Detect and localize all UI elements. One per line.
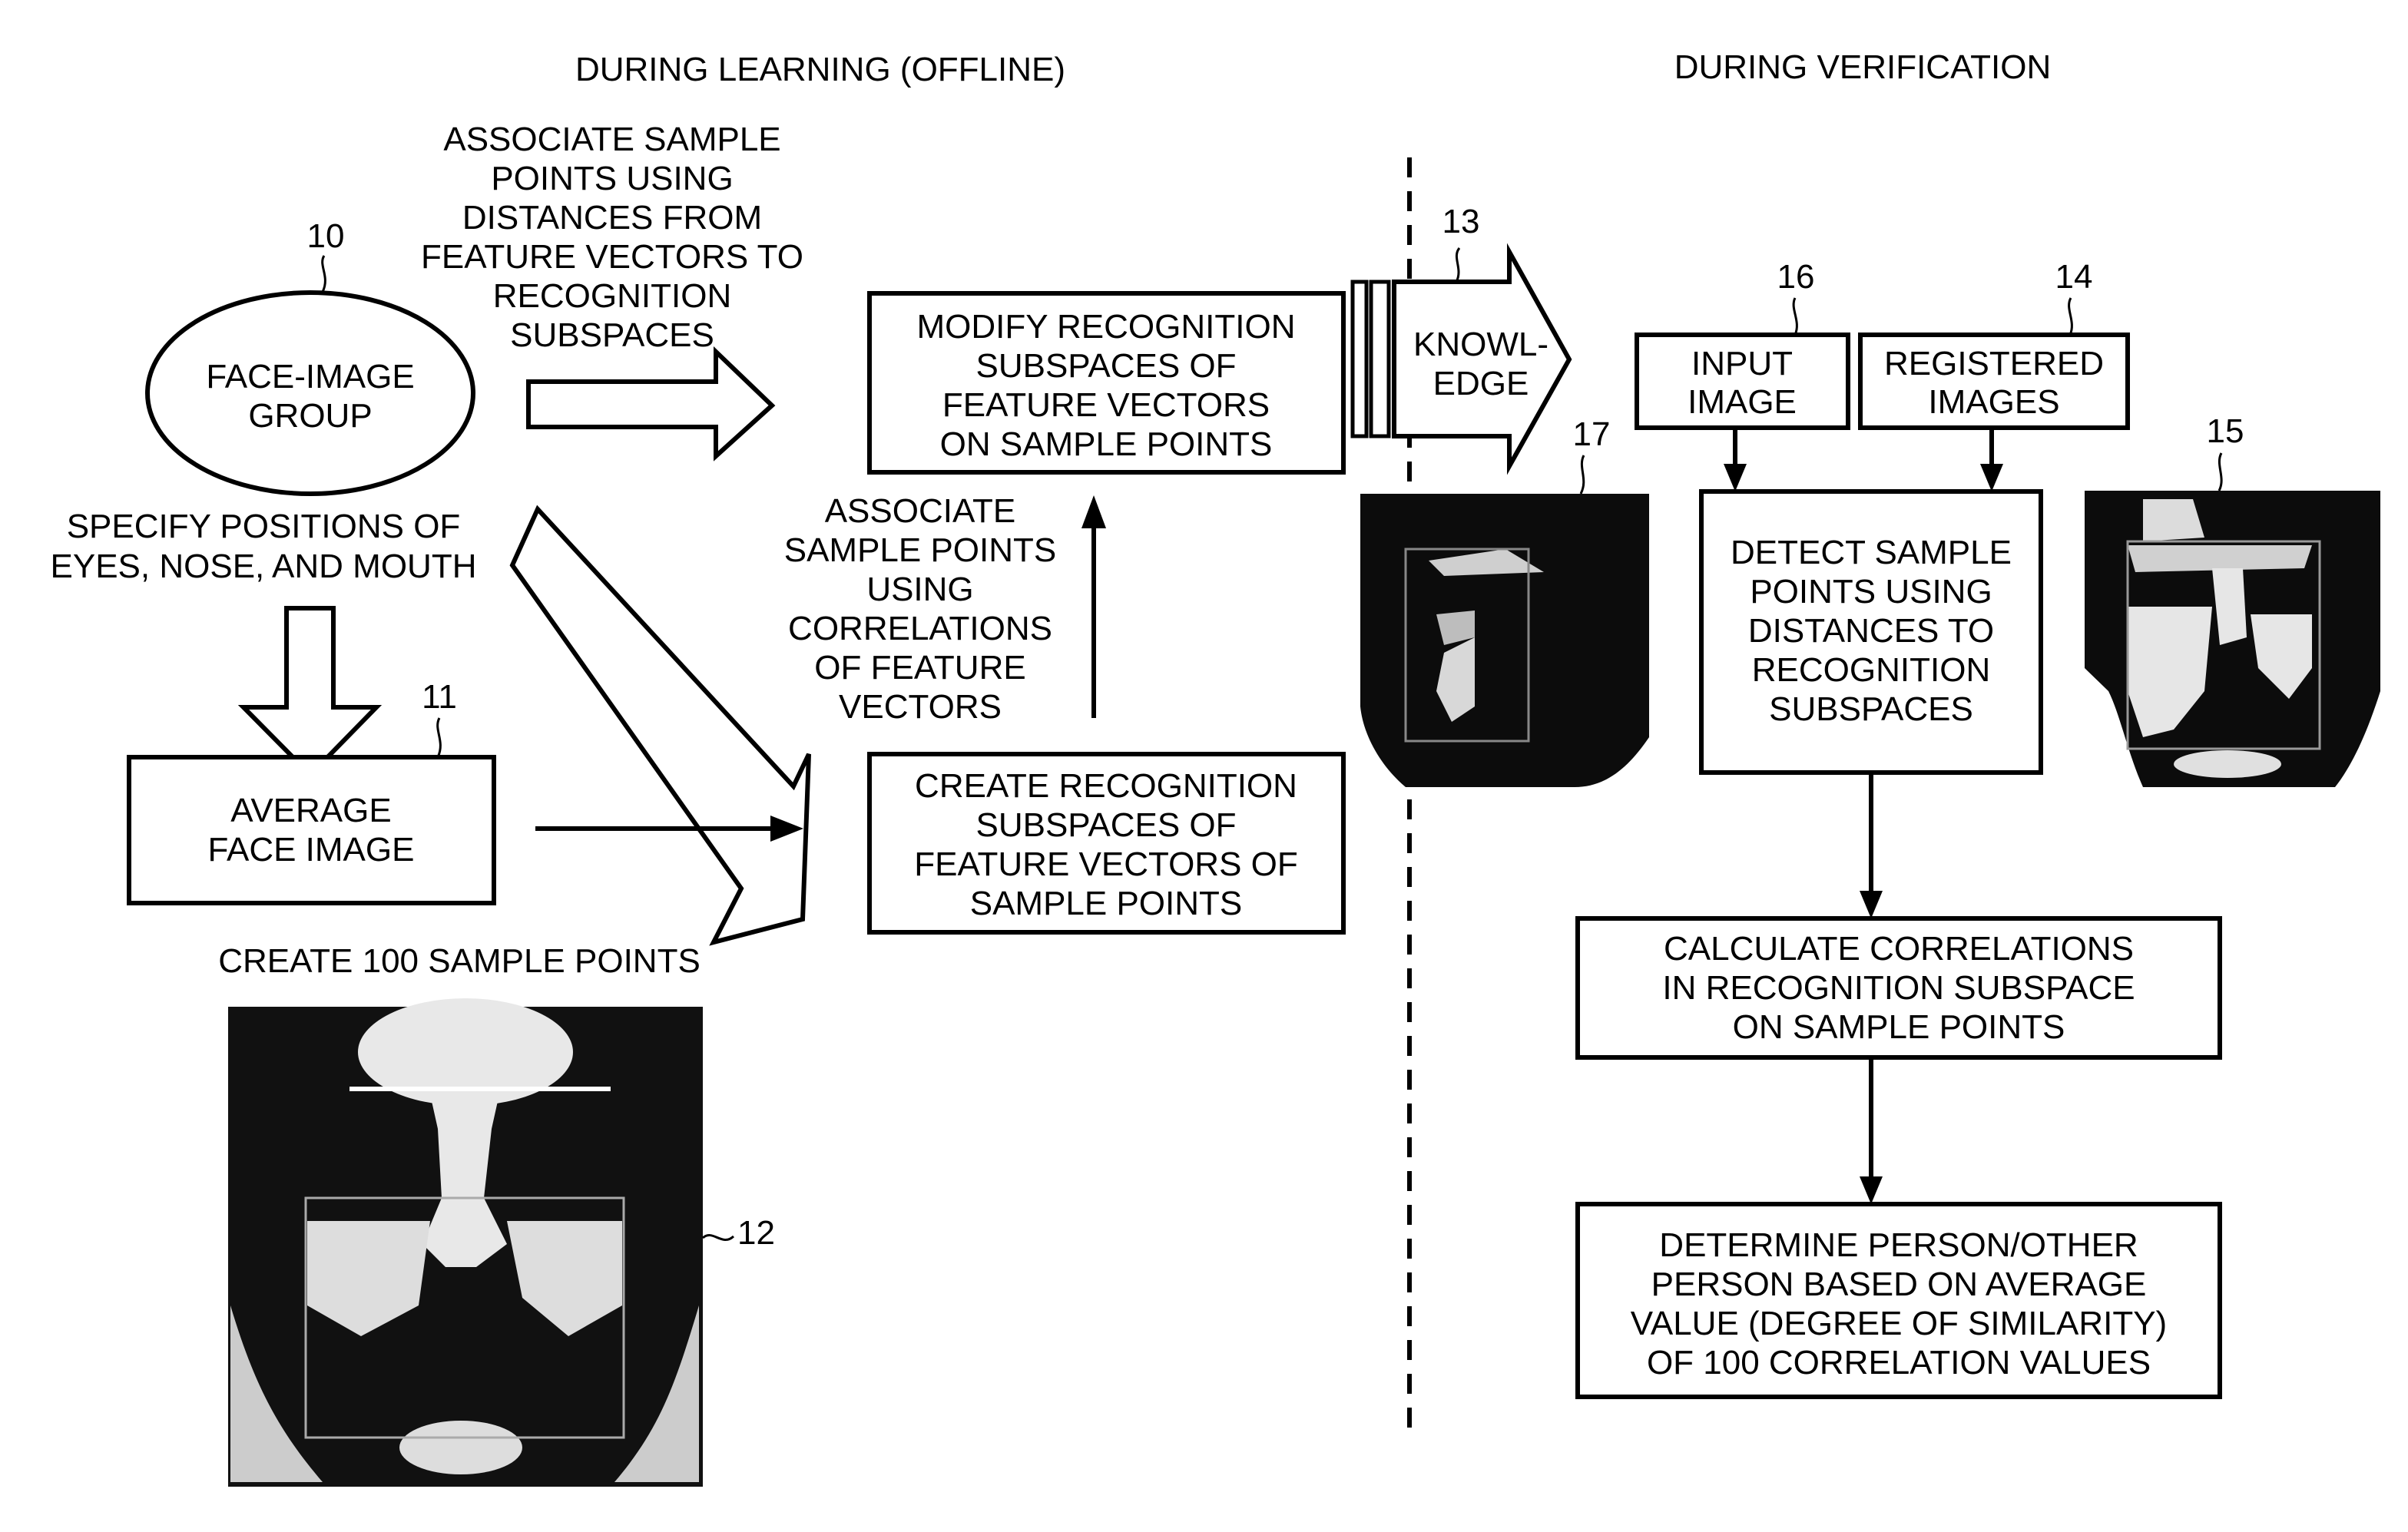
registered-images-line-2: IMAGES bbox=[1928, 383, 2059, 421]
face-image-group-line-1: FACE-IMAGE bbox=[206, 358, 414, 395]
modify-line-1: MODIFY RECOGNITION bbox=[917, 308, 1296, 346]
ref-leader-17 bbox=[1579, 455, 1585, 495]
hollow-arrow-to-modify bbox=[526, 346, 776, 462]
header-verification: DURING VERIFICATION bbox=[1674, 48, 2052, 86]
calculate-line-2: IN RECOGNITION SUBSPACE bbox=[1662, 969, 2135, 1007]
ref-label-17: 17 bbox=[1573, 415, 1611, 453]
ref-label-14: 14 bbox=[2055, 258, 2093, 296]
associate-distances-line-3: DISTANCES FROM bbox=[462, 199, 762, 237]
create-line-2: SUBSPACES OF bbox=[975, 806, 1236, 844]
ref-leader-15 bbox=[2218, 452, 2223, 491]
associate-correlations-line-5: OF FEATURE bbox=[814, 649, 1025, 687]
registered-images-box: REGISTERED IMAGES 14 bbox=[1858, 258, 2130, 430]
registered-face-chin bbox=[2174, 750, 2281, 778]
associate-distances-line-2: POINTS USING bbox=[491, 160, 733, 197]
associate-distances-line-1: ASSOCIATE SAMPLE bbox=[443, 121, 780, 158]
associate-distances-line-6: SUBSPACES bbox=[510, 316, 714, 354]
modify-line-4: ON SAMPLE POINTS bbox=[940, 425, 1273, 463]
face-image-group-line-2: GROUP bbox=[248, 397, 372, 435]
input-image-line-2: IMAGE bbox=[1688, 383, 1797, 421]
arrow-create-to-modify-head bbox=[1081, 495, 1106, 528]
ref-leader-12 bbox=[701, 1234, 735, 1242]
hollow-arrow-diagonal-to-create bbox=[509, 505, 811, 946]
determine-line-4: OF 100 CORRELATION VALUES bbox=[1647, 1344, 2151, 1381]
flow-diagram: DURING LEARNING (OFFLINE) DURING VERIFIC… bbox=[51, 48, 2380, 1487]
associate-distances-line-5: RECOGNITION bbox=[493, 277, 731, 315]
knowledge-transfer: KNOWL- EDGE 13 bbox=[1350, 203, 1572, 475]
registered-face-brow-highlight bbox=[2128, 545, 2312, 572]
ref-label-12: 12 bbox=[737, 1214, 775, 1252]
ref-label-11: 11 bbox=[422, 678, 457, 716]
create-line-3: FEATURE VECTORS OF bbox=[914, 845, 1298, 883]
ref-leader-16 bbox=[1792, 297, 1798, 336]
arrow-input-to-detect-head bbox=[1724, 464, 1747, 491]
detect-line-5: SUBSPACES bbox=[1769, 690, 1973, 728]
associate-correlations-line-6: VECTORS bbox=[839, 688, 1002, 726]
ref-label-16: 16 bbox=[1777, 258, 1815, 296]
associate-distances-label: ASSOCIATE SAMPLE POINTS USING DISTANCES … bbox=[421, 121, 803, 354]
ref-leader-13 bbox=[1455, 247, 1461, 283]
hollow-arrow-to-average-face bbox=[237, 606, 383, 779]
determine-line-1: DETERMINE PERSON/OTHER bbox=[1659, 1226, 2138, 1264]
specify-positions-line-2: EYES, NOSE, AND MOUTH bbox=[51, 548, 477, 585]
input-face-photo: 17 bbox=[1360, 415, 1649, 787]
associate-distances-line-4: FEATURE VECTORS TO bbox=[421, 238, 803, 276]
calculate-box: CALCULATE CORRELATIONS IN RECOGNITION SU… bbox=[1575, 916, 2222, 1060]
arrow-detect-to-calculate-head bbox=[1860, 891, 1883, 918]
ref-leader-11 bbox=[436, 717, 442, 758]
create-line-4: SAMPLE POINTS bbox=[970, 885, 1243, 922]
determine-line-2: PERSON BASED ON AVERAGE bbox=[1651, 1266, 2147, 1303]
modify-box: MODIFY RECOGNITION SUBSPACES OF FEATURE … bbox=[867, 291, 1346, 475]
average-face-line-2: FACE IMAGE bbox=[208, 831, 415, 869]
arrow-calculate-to-determine-head bbox=[1860, 1176, 1883, 1204]
detect-line-3: DISTANCES TO bbox=[1748, 612, 1994, 650]
knowledge-line-1: KNOWL- bbox=[1413, 326, 1548, 363]
create-line-1: CREATE RECOGNITION bbox=[915, 767, 1297, 805]
modify-line-2: SUBSPACES OF bbox=[975, 347, 1236, 385]
input-image-box: INPUT IMAGE 16 bbox=[1635, 258, 1850, 430]
create-sample-points-caption: CREATE 100 SAMPLE POINTS bbox=[218, 942, 701, 980]
registered-images-line-1: REGISTERED bbox=[1884, 345, 2104, 382]
determine-box: DETERMINE PERSON/OTHER PERSON BASED ON A… bbox=[1575, 1202, 2222, 1399]
registered-face-photo: 15 bbox=[2085, 412, 2380, 787]
input-image-line-1: INPUT bbox=[1691, 345, 1793, 382]
ref-leader-14 bbox=[2068, 297, 2073, 336]
detect-line-2: POINTS USING bbox=[1750, 573, 1992, 610]
determine-line-3: VALUE (DEGREE OF SIMILARITY) bbox=[1631, 1305, 2167, 1342]
associate-correlations-label: ASSOCIATE SAMPLE POINTS USING CORRELATIO… bbox=[784, 492, 1057, 726]
associate-correlations-line-4: CORRELATIONS bbox=[788, 610, 1052, 647]
detect-line-1: DETECT SAMPLE bbox=[1731, 534, 2012, 571]
ref-leader-10 bbox=[321, 255, 326, 293]
ref-label-10: 10 bbox=[307, 217, 345, 255]
calculate-line-3: ON SAMPLE POINTS bbox=[1733, 1008, 2065, 1046]
average-face-rect bbox=[127, 755, 496, 905]
ref-label-15: 15 bbox=[2207, 412, 2244, 450]
header-learning: DURING LEARNING (OFFLINE) bbox=[575, 51, 1065, 88]
ref-label-13: 13 bbox=[1442, 203, 1480, 240]
detect-box: DETECT SAMPLE POINTS USING DISTANCES TO … bbox=[1699, 489, 2043, 775]
associate-correlations-line-2: SAMPLE POINTS bbox=[784, 531, 1057, 569]
calculate-line-1: CALCULATE CORRELATIONS bbox=[1664, 930, 2134, 968]
specify-positions-line-1: SPECIFY POSITIONS OF bbox=[67, 508, 461, 545]
knowledge-line-2: EDGE bbox=[1433, 365, 1529, 402]
associate-correlations-line-3: USING bbox=[866, 571, 973, 608]
chin-highlight bbox=[399, 1421, 522, 1474]
associate-correlations-line-1: ASSOCIATE bbox=[825, 492, 1016, 530]
arrow-registered-to-detect-head bbox=[1980, 464, 2003, 491]
average-face-line-1: AVERAGE bbox=[230, 792, 391, 829]
average-face-photo: 12 bbox=[228, 998, 775, 1487]
knowledge-bar-1 bbox=[1350, 280, 1369, 438]
create-box: CREATE RECOGNITION SUBSPACES OF FEATURE … bbox=[867, 752, 1346, 935]
knowledge-bar-2 bbox=[1369, 280, 1391, 438]
modify-line-3: FEATURE VECTORS bbox=[942, 386, 1270, 424]
input-face-photo-bg bbox=[1360, 494, 1649, 787]
detect-line-4: RECOGNITION bbox=[1752, 651, 1990, 689]
